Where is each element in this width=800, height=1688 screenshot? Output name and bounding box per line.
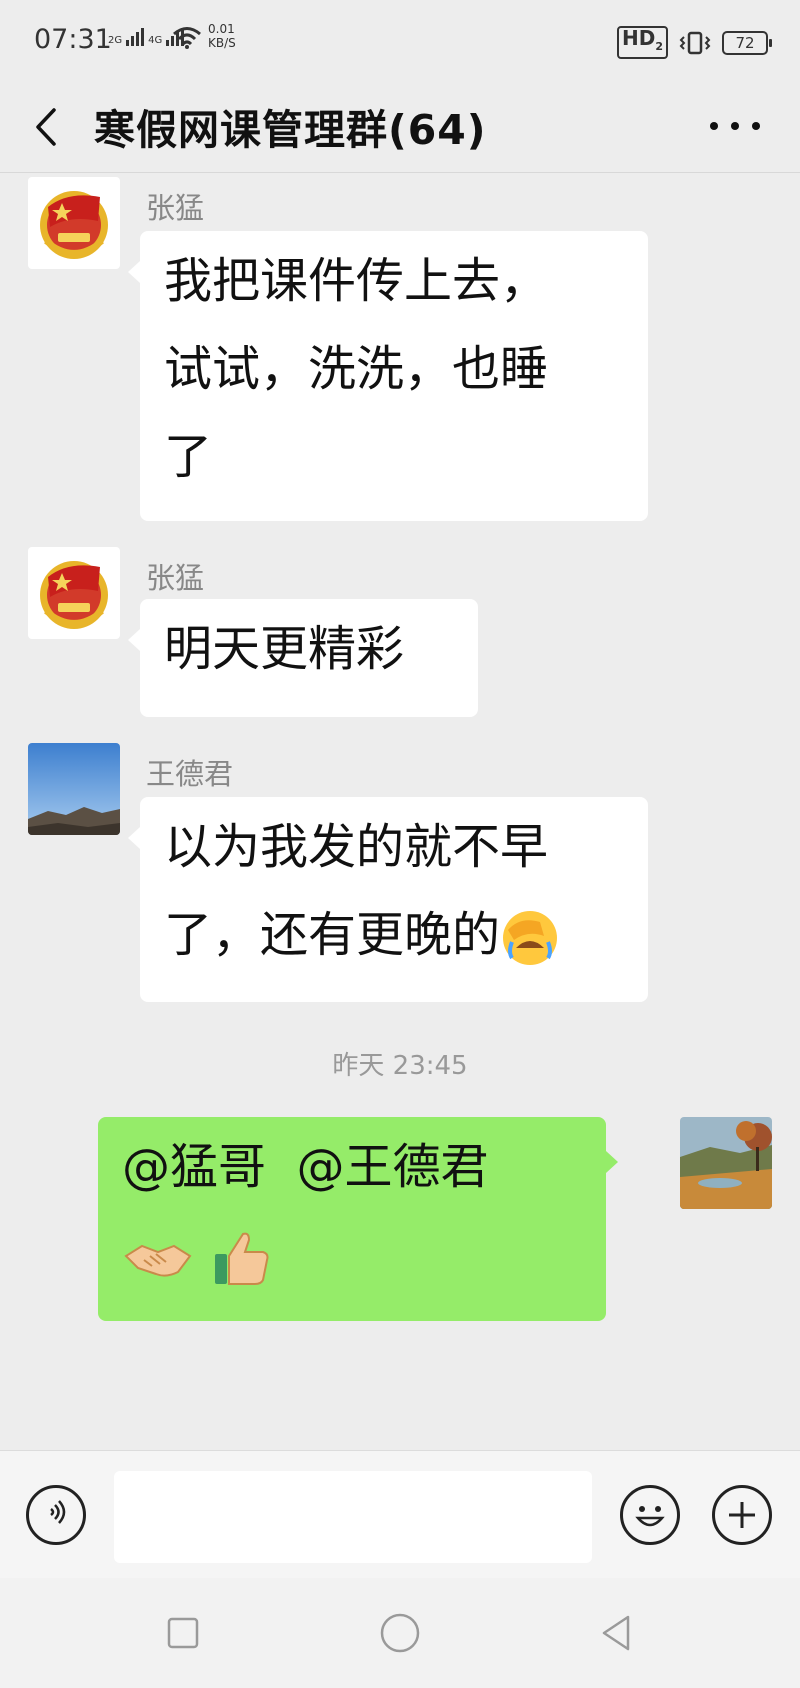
hd-voice-icon: HD2 bbox=[617, 26, 668, 59]
facepalm-emoji bbox=[503, 911, 558, 965]
input-bar bbox=[0, 1450, 800, 1579]
smiley-icon[interactable] bbox=[620, 1485, 680, 1545]
system-nav-bar bbox=[0, 1578, 800, 1688]
avatar[interactable] bbox=[28, 743, 120, 835]
timestamp: 昨天 23:45 bbox=[332, 1051, 468, 1081]
message-bubble[interactable]: 以为我发的就不早 了，还有更晚的 bbox=[128, 797, 648, 1002]
battery-icon: 72 bbox=[722, 30, 772, 55]
message-list[interactable]: 张猛 我把课件传上去， 试试，洗洗，也睡 了 张猛 明天更精彩 王德君 以为我发… bbox=[0, 173, 800, 1448]
vibrate-icon bbox=[679, 31, 711, 54]
home-circle-icon[interactable] bbox=[375, 1608, 425, 1658]
plus-icon[interactable] bbox=[712, 1485, 772, 1545]
network-2g-label: 2G bbox=[108, 35, 123, 46]
thumbs-up-emoji bbox=[215, 1232, 269, 1285]
sender-name: 张猛 bbox=[146, 191, 205, 225]
handshake-emoji bbox=[124, 1244, 192, 1277]
sender-name: 张猛 bbox=[146, 561, 205, 595]
message-bubble[interactable]: 我把课件传上去， 试试，洗洗，也睡 了 bbox=[128, 231, 648, 521]
status-bar: 07:31 2G 4G 0.01 KB/S HD2 72 bbox=[0, 0, 800, 82]
chat-title: 寒假网课管理群(64) bbox=[94, 106, 487, 154]
wifi-icon bbox=[173, 27, 201, 49]
avatar[interactable] bbox=[28, 177, 120, 269]
recents-square-icon[interactable] bbox=[158, 1608, 208, 1658]
sender-name: 王德君 bbox=[146, 757, 234, 791]
message-input[interactable] bbox=[114, 1471, 592, 1563]
net-speed: 0.01 KB/S bbox=[208, 22, 236, 50]
avatar[interactable] bbox=[28, 547, 120, 639]
back-triangle-icon[interactable] bbox=[592, 1608, 642, 1658]
chevron-left-icon[interactable] bbox=[30, 102, 70, 152]
blue-sky-mountain-photo bbox=[28, 743, 120, 835]
status-time: 07:31 bbox=[34, 24, 112, 55]
youth-league-badge-icon bbox=[40, 561, 108, 629]
my-avatar[interactable] bbox=[680, 1117, 772, 1209]
more-dots-icon[interactable] bbox=[710, 106, 760, 146]
my-message-bubble[interactable]: @猛哥 @王德君 bbox=[98, 1117, 618, 1321]
voice-icon[interactable] bbox=[26, 1485, 86, 1545]
youth-league-badge-icon bbox=[40, 191, 108, 259]
network-4g-label: 4G bbox=[148, 35, 163, 46]
chat-header: 寒假网课管理群(64) bbox=[0, 82, 800, 173]
autumn-landscape-photo bbox=[680, 1117, 772, 1209]
message-bubble[interactable]: 明天更精彩 bbox=[128, 599, 478, 717]
